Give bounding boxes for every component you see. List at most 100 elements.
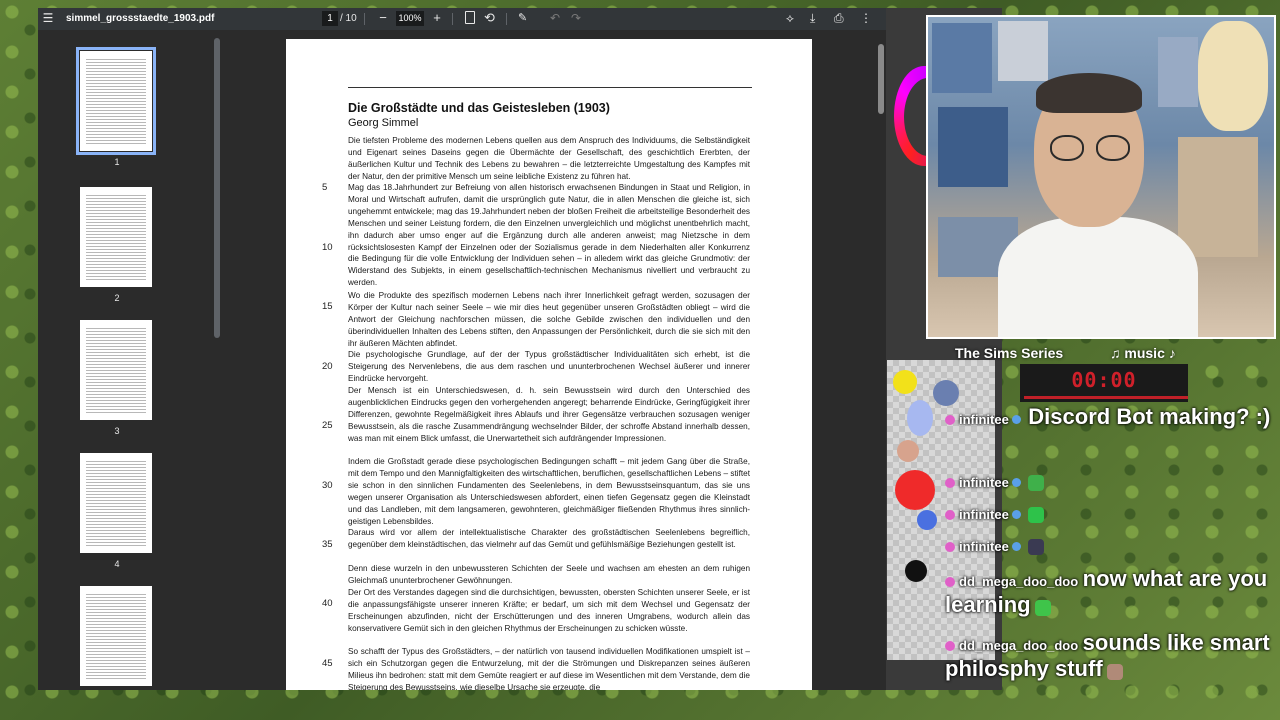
sub-badge-icon (945, 576, 955, 587)
draw-icon[interactable]: ✎ (518, 10, 527, 26)
pdf-page: Die Großstädte und das Geistesleben (190… (286, 39, 812, 690)
emote-icon (1035, 599, 1052, 616)
wall-poster (932, 23, 992, 93)
paragraph: Wo die Produkte des spezifisch modernen … (348, 291, 750, 348)
chat-message: dd_mega_doo_doo sounds like smart philos… (945, 630, 1275, 682)
paragraph: Der Mensch ist ein Unterschiedswesen, d.… (348, 386, 750, 443)
thumbnail-page-1[interactable]: 1 (76, 47, 156, 167)
stream-timer: 00:00 (1071, 368, 1137, 392)
wall-poster (938, 107, 1008, 187)
blue-swatch[interactable] (917, 510, 937, 530)
peach-swatch[interactable] (897, 440, 919, 462)
paragraph: Die tiefsten Probleme des modernen Leben… (348, 136, 750, 181)
print-icon[interactable]: ⎙ (834, 10, 844, 26)
paper-author: Georg Simmel (348, 117, 419, 129)
slate-swatch[interactable] (933, 380, 959, 406)
line-number: 25 (322, 420, 333, 431)
paragraph: Denn diese wurzeln in den unbewussteren … (348, 564, 750, 585)
zoom-in-button[interactable]: + (430, 10, 444, 26)
chat-message: infinitee Discord Bot making? :) (945, 404, 1275, 430)
streamer-hair (1036, 73, 1142, 113)
document-title: simmel_grossstaedte_1903.pdf (66, 13, 215, 24)
streamer-body (998, 217, 1198, 337)
line-number: 30 (322, 480, 333, 491)
page-number-input[interactable]: 1 (322, 11, 338, 26)
sub-badge-icon (945, 414, 955, 425)
paragraph: So schafft der Typus des Großstädters, –… (348, 647, 750, 690)
thumbnail-page-4[interactable]: 4 (80, 453, 154, 569)
paragraph: Daraus wird vor allem der intellektualis… (348, 528, 750, 549)
toolbar-divider (452, 13, 453, 25)
line-number: 40 (322, 598, 333, 609)
sub-badge-icon (945, 509, 955, 520)
document-area: Die Großstädte und das Geistesleben (190… (222, 37, 886, 690)
line-number: 45 (322, 658, 333, 669)
chat-username: dd_mega_doo_doo (959, 574, 1079, 589)
thumbnail-image[interactable] (80, 586, 152, 686)
toolbar-divider (364, 13, 365, 25)
verified-badge-icon (1011, 478, 1021, 488)
redo-icon[interactable]: ↷ (571, 10, 581, 26)
thumbnail-page-5[interactable] (80, 586, 154, 686)
lavender-swatch[interactable] (907, 400, 933, 436)
paragraph: Der Ort des Verstandes dagegen sind die … (348, 588, 750, 633)
fit-page-icon[interactable] (465, 11, 475, 24)
timer-progress (1024, 396, 1188, 399)
undo-icon[interactable]: ↶ (550, 10, 560, 26)
toolbar-divider (506, 13, 507, 25)
annotate-icon[interactable]: ⟡ (786, 10, 794, 26)
yellow-swatch[interactable] (893, 370, 917, 394)
document-scrollbar[interactable] (878, 44, 884, 114)
red-swatch[interactable] (895, 470, 935, 510)
zoom-level-input[interactable]: 100% (396, 11, 424, 26)
thumbnail-image[interactable] (80, 320, 152, 420)
line-number: 20 (322, 361, 333, 372)
black-swatch[interactable] (905, 560, 927, 582)
line-number: 35 (322, 539, 333, 550)
header-rule (348, 87, 752, 88)
thumbnail-sidebar: 1 2 3 4 (38, 37, 212, 690)
thumbnail-image[interactable] (76, 47, 156, 155)
emote-icon (1028, 474, 1045, 491)
line-number: 5 (322, 182, 328, 193)
paper-title: Die Großstädte und das Geistesleben (190… (348, 101, 610, 115)
thumbnail-image[interactable] (80, 453, 152, 553)
pdf-viewer-window: ☰ simmel_grossstaedte_1903.pdf 1 / 10 − … (38, 8, 886, 690)
download-icon[interactable]: ⤓ (810, 10, 815, 26)
thumbnail-label: 1 (114, 157, 120, 167)
chat-text: Discord Bot making? :) (1028, 404, 1271, 429)
zoom-out-button[interactable]: − (376, 10, 390, 26)
menu-icon[interactable]: ☰ (41, 11, 55, 25)
sub-badge-icon (945, 640, 955, 651)
emote-icon (1028, 506, 1045, 523)
thumbnail-image[interactable] (80, 187, 152, 287)
emote-icon (1028, 538, 1045, 555)
paragraph: Mag das 18.Jahrhundert zur Befreiung von… (348, 183, 750, 288)
sub-badge-icon (945, 477, 955, 488)
glasses-icon (1096, 135, 1130, 161)
chat-message: dd_mega_doo_doo now what are you learnin… (945, 566, 1275, 618)
verified-badge-icon (1011, 510, 1021, 520)
page-total: / 10 (340, 13, 357, 24)
chat-username: infinitee (959, 539, 1009, 554)
rotate-icon[interactable]: ⟲ (484, 10, 495, 26)
pdf-toolbar: ☰ simmel_grossstaedte_1903.pdf 1 / 10 − … (38, 8, 886, 30)
paragraph: Indem die Großstadt gerade diese psychol… (348, 457, 750, 526)
series-label: The Sims Series (955, 345, 1064, 361)
webcam-feed (926, 15, 1276, 339)
thumbnail-label: 3 (114, 426, 120, 436)
thumbnail-page-3[interactable]: 3 (80, 320, 154, 436)
wall-poster (1158, 37, 1198, 107)
thumbnail-page-2[interactable]: 2 (80, 187, 154, 303)
thumbnail-label: 2 (114, 293, 120, 303)
teddy-bear (1198, 21, 1268, 131)
bookshelf (1178, 137, 1258, 257)
more-options-icon[interactable]: ⋮ (860, 10, 872, 26)
chat-username: infinitee (959, 507, 1009, 522)
wall-poster (998, 21, 1048, 81)
paragraph: Die psychologische Grundlage, auf der de… (348, 350, 750, 383)
sidebar-scrollbar[interactable] (214, 38, 220, 338)
emote-icon (1107, 663, 1124, 680)
sub-badge-icon (945, 541, 955, 552)
thumbnail-label: 4 (114, 559, 120, 569)
